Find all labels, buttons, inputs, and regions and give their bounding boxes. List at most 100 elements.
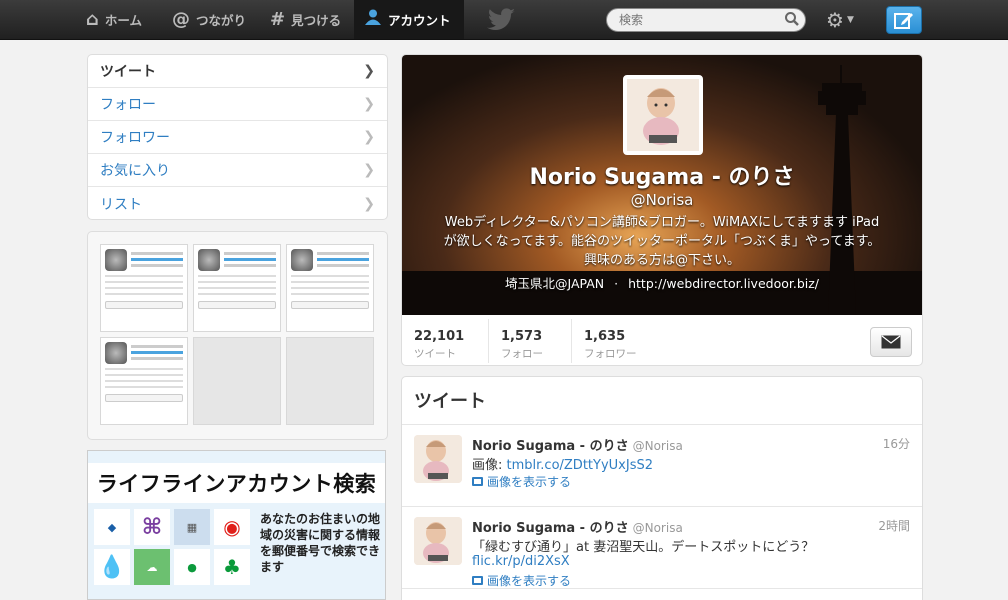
nav-connect-label: つながり — [196, 13, 247, 28]
home-icon: ⌂ — [86, 9, 99, 30]
show-media-label: 画像を表示する — [487, 475, 572, 489]
ad-title: ライフラインアカウント検索 — [88, 463, 385, 503]
tweet-text: 「緑むすび通り」at 妻沼聖天山。デートスポットにどう？ — [472, 540, 815, 555]
twitter-bird-icon[interactable] — [486, 8, 516, 32]
tweet-author-name: Norio Sugama - のりさ — [472, 439, 629, 454]
profile-avatar[interactable] — [623, 75, 703, 155]
tweet-text-prefix: 画像: — [472, 458, 507, 473]
ko-logo-icon: ● — [174, 549, 210, 585]
lifeline-account-search-ad[interactable]: ライフラインアカウント検索 ◆ ⌘ ▦ ◉ 💧 ☁ ● ♣ あなたのお住まいの地… — [87, 450, 386, 600]
user-icon — [364, 8, 382, 31]
settings-menu[interactable]: ⚙ ▼ — [826, 8, 854, 32]
show-media-link[interactable]: 画像を表示する — [472, 572, 571, 589]
profile-url-link[interactable]: http://webdirector.livedoor.biz/ — [628, 276, 819, 291]
nav-account[interactable]: アカウント — [354, 0, 464, 39]
profile-location: 埼玉県北@JAPAN — [504, 276, 605, 291]
show-media-link[interactable]: 画像を表示する — [472, 473, 571, 490]
caret-down-icon: ▼ — [846, 15, 854, 25]
tweet-timestamp[interactable]: 2時間 — [878, 517, 910, 534]
settings-app-icon — [198, 249, 220, 271]
tweet-item[interactable]: Norio Sugama - のりさ @Norisa 16分 画像: tmblr.… — [402, 435, 922, 507]
envelope-icon — [881, 335, 901, 349]
gallery-empty-slot — [286, 337, 374, 425]
nav-discover[interactable]: # 見つける — [260, 0, 351, 39]
menu-item-tweets[interactable]: ツイート ❯ — [88, 55, 387, 88]
menu-item-label: お気に入り — [100, 163, 170, 179]
tweet-timestamp[interactable]: 16分 — [883, 435, 910, 452]
tweet-author-name: Norio Sugama - のりさ — [472, 521, 629, 536]
stat-number: 1,573 — [501, 329, 543, 344]
settings-app-icon — [105, 249, 127, 271]
search-icon[interactable] — [784, 11, 800, 27]
tweet-link[interactable]: tmblr.co/ZDttYyUxJsS2 — [507, 458, 653, 473]
profile-location-line: 埼玉県北@JAPAN · http://webdirector.livedoor… — [504, 276, 820, 291]
nav-connect[interactable]: @ つながり — [162, 0, 256, 39]
tweet-avatar[interactable] — [414, 435, 462, 483]
chevron-right-icon: ❯ — [363, 162, 375, 178]
stat-number: 22,101 — [414, 329, 465, 344]
menu-item-favorites[interactable]: お気に入り ❯ — [88, 154, 387, 187]
compose-tweet-button[interactable] — [886, 6, 922, 34]
image-icon — [472, 576, 483, 585]
compose-icon — [894, 13, 913, 29]
tenki-logo-icon: ☁ — [134, 549, 170, 585]
media-gallery — [87, 231, 388, 440]
tweet-link[interactable]: flic.kr/p/di2XsX — [472, 554, 570, 569]
tweets-heading: ツイート — [402, 377, 922, 425]
tweet-author-handle: @Norisa — [632, 439, 683, 453]
profile-nav-menu: ツイート ❯ フォロー ❯ フォロワー ❯ お気に入り ❯ リスト ❯ — [87, 54, 388, 220]
tweet-author-handle: @Norisa — [632, 521, 683, 535]
tweet-avatar[interactable] — [414, 517, 462, 565]
chevron-right-icon: ❯ — [363, 96, 375, 112]
image-icon — [472, 477, 483, 486]
stat-label: フォロー — [501, 348, 543, 360]
menu-item-followers[interactable]: フォロワー ❯ — [88, 121, 387, 154]
water-drop-logo-icon: 💧 — [94, 549, 130, 585]
gallery-empty-slot — [193, 337, 281, 425]
menu-item-label: フォロー — [100, 97, 156, 113]
gallery-thumbnail[interactable] — [100, 244, 188, 332]
gallery-thumbnail[interactable] — [193, 244, 281, 332]
settings-app-icon — [291, 249, 313, 271]
stat-label: ツイート — [414, 348, 456, 360]
profile-stats: 22,101 ツイート 1,573 フォロー 1,635 フォロワー — [402, 315, 922, 365]
top-navigation-bar: ⌂ ホーム @ つながり # 見つける アカウント ⚙ ▼ — [0, 0, 1008, 40]
fdma-logo-icon: ◆ — [94, 509, 130, 545]
settings-app-icon — [105, 342, 127, 364]
menu-item-following[interactable]: フォロー ❯ — [88, 88, 387, 121]
stat-following[interactable]: 1,573 フォロー — [489, 319, 572, 363]
tree-logo-icon: ♣ — [214, 549, 250, 585]
menu-item-label: ツイート — [100, 64, 156, 80]
stat-tweets[interactable]: 22,101 ツイート — [402, 319, 489, 363]
purple-logo-icon: ⌘ — [134, 509, 170, 545]
stat-followers[interactable]: 1,635 フォロワー — [572, 319, 662, 363]
stat-label: フォロワー — [584, 348, 637, 360]
chevron-right-icon: ❯ — [363, 129, 375, 145]
profile-header-banner: Norio Sugama - のりさ @Norisa Webディレクター&パソコ… — [402, 55, 922, 315]
nav-home-label: ホーム — [104, 13, 143, 28]
hashtag-icon: # — [270, 9, 286, 30]
ad-description: あなたのお住まいの地域の災害に関する情報を郵便番号で検索できます — [260, 512, 381, 574]
menu-item-lists[interactable]: リスト ❯ — [88, 187, 387, 220]
show-media-label: 画像を表示する — [487, 574, 572, 588]
tweet-text: 画像: tmblr.co/ZDttYyUxJsS2 — [472, 454, 902, 473]
gear-icon: ⚙ — [826, 8, 844, 32]
tweet-author[interactable]: Norio Sugama - のりさ @Norisa — [472, 435, 683, 454]
profile-handle: @Norisa — [630, 191, 694, 209]
direct-message-button[interactable] — [870, 327, 912, 357]
tepco-logo-icon: ◉ — [214, 509, 250, 545]
profile-bio: Webディレクター&パソコン講師&ブロガー。WiMAXにしてますます iPadが… — [443, 215, 881, 268]
gallery-thumbnail[interactable] — [286, 244, 374, 332]
utility-logos: ◆ ⌘ ▦ ◉ 💧 ☁ ● ♣ — [94, 509, 254, 585]
nav-account-label: アカウント — [388, 13, 451, 28]
nav-home[interactable]: ⌂ ホーム — [76, 0, 152, 39]
chevron-right-icon: ❯ — [363, 195, 375, 212]
menu-item-label: リスト — [100, 196, 142, 213]
menu-item-label: フォロワー — [100, 130, 170, 146]
tweet-author[interactable]: Norio Sugama - のりさ @Norisa — [472, 517, 683, 536]
gallery-thumbnail[interactable] — [100, 337, 188, 425]
at-icon: @ — [172, 9, 190, 30]
tweet-item[interactable]: Norio Sugama - のりさ @Norisa 2時間 「緑むすび通り」at… — [402, 517, 922, 589]
search-input[interactable] — [606, 8, 806, 32]
profile-card: Norio Sugama - のりさ @Norisa Webディレクター&パソコ… — [401, 54, 923, 366]
